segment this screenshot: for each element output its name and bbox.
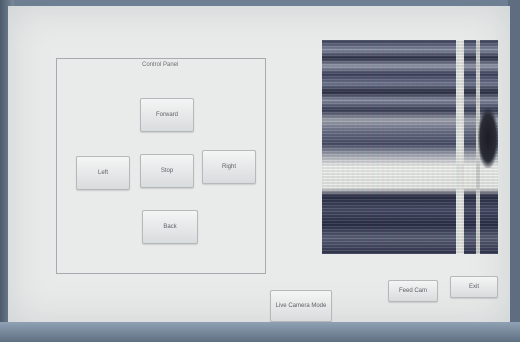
monitor-bezel-bottom bbox=[0, 322, 520, 342]
back-button[interactable]: Back bbox=[142, 210, 198, 244]
control-panel-title: Control Panel bbox=[140, 62, 181, 68]
camera-feed-shadow bbox=[478, 108, 498, 168]
exit-button[interactable]: Exit bbox=[450, 276, 498, 298]
stop-button[interactable]: Stop bbox=[140, 154, 194, 188]
live-camera-button[interactable]: Live Camera Mode bbox=[270, 290, 332, 322]
camera-feed-noise bbox=[322, 40, 498, 254]
feed-cam-button[interactable]: Feed Cam bbox=[388, 280, 438, 302]
right-button[interactable]: Right bbox=[202, 150, 256, 184]
forward-button[interactable]: Forward bbox=[140, 98, 194, 132]
left-button[interactable]: Left bbox=[76, 156, 130, 190]
